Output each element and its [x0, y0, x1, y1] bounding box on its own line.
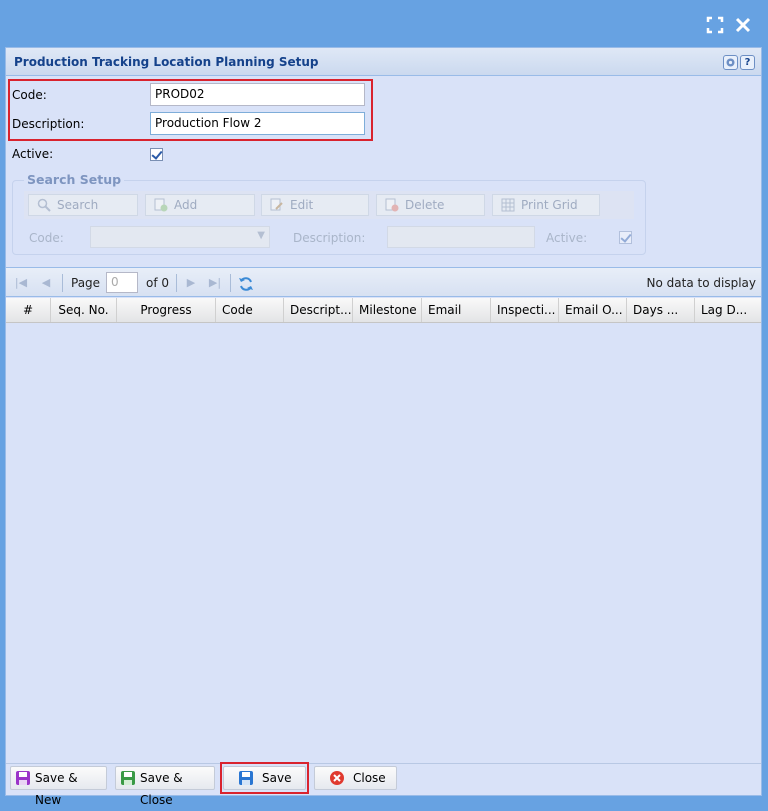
column-header[interactable]: Code	[216, 298, 284, 322]
column-header[interactable]: Seq. No.	[51, 298, 117, 322]
delete-button[interactable]: Delete	[376, 194, 485, 216]
delete-icon	[385, 198, 399, 212]
code-label: Code:	[12, 87, 47, 102]
add-icon	[154, 198, 168, 212]
first-page-icon[interactable]: |◀	[14, 276, 28, 290]
gear-icon[interactable]	[723, 55, 738, 70]
search-active-checkbox[interactable]	[619, 231, 632, 244]
help-icon[interactable]: ?	[740, 55, 755, 70]
save-icon	[238, 770, 254, 786]
close-circle-icon	[329, 770, 345, 786]
column-header[interactable]: Milestone	[353, 298, 422, 322]
code-input[interactable]: PROD02	[150, 83, 365, 106]
separator	[176, 274, 177, 292]
grid-icon	[501, 198, 515, 212]
close-icon[interactable]	[734, 16, 752, 34]
search-active-label: Active:	[546, 231, 588, 245]
search-description-input[interactable]	[387, 226, 535, 248]
panel-header: Production Tracking Location Planning Se…	[6, 48, 761, 76]
save-button[interactable]: Save	[223, 766, 306, 790]
column-header[interactable]: Lag D...	[695, 298, 761, 322]
search-button[interactable]: Search	[28, 194, 138, 216]
active-checkbox[interactable]	[150, 147, 163, 161]
code-row: Code: PROD02	[12, 83, 365, 106]
column-header[interactable]: Progress	[117, 298, 216, 322]
separator	[230, 274, 231, 292]
refresh-icon[interactable]	[238, 276, 253, 291]
description-input[interactable]: Production Flow 2	[150, 112, 365, 135]
column-header[interactable]: Inspecti...	[491, 298, 559, 322]
print-grid-button[interactable]: Print Grid	[492, 194, 600, 216]
close-button[interactable]: Close	[314, 766, 397, 790]
maximize-icon[interactable]	[706, 16, 724, 34]
paging-empty-message: No data to display	[646, 276, 756, 290]
search-setup-legend: Search Setup	[24, 172, 125, 187]
search-description-label: Description:	[293, 231, 366, 245]
panel-title: Production Tracking Location Planning Se…	[14, 55, 319, 69]
grid-header: # Seq. No. Progress Code Descript... Mil…	[6, 298, 761, 323]
description-label: Description:	[12, 116, 85, 131]
chevron-down-icon: ▼	[257, 230, 265, 241]
search-code-label: Code:	[29, 231, 64, 245]
page-count: of 0	[146, 276, 170, 290]
column-header[interactable]: Descript...	[284, 298, 353, 322]
page-label: Page	[71, 276, 101, 290]
add-button[interactable]: Add	[145, 194, 255, 216]
prev-page-icon[interactable]: ◀	[39, 276, 53, 290]
search-code-combo[interactable]: ▼	[90, 226, 270, 248]
save-icon	[120, 770, 136, 786]
active-label: Active:	[12, 147, 54, 161]
save-new-button[interactable]: Save & New	[10, 766, 107, 807]
grid-body[interactable]	[6, 323, 761, 763]
setup-panel: Production Tracking Location Planning Se…	[5, 47, 762, 807]
last-page-icon[interactable]: ▶|	[208, 276, 222, 290]
column-header[interactable]: Email	[422, 298, 491, 322]
separator	[62, 274, 63, 292]
search-icon	[37, 198, 51, 212]
save-close-button[interactable]: Save & Close	[115, 766, 215, 807]
next-page-icon[interactable]: ▶	[184, 276, 198, 290]
column-header[interactable]: #	[6, 298, 51, 322]
active-row: Active:	[12, 147, 163, 161]
save-icon	[15, 770, 31, 786]
page-input[interactable]: 0	[106, 272, 138, 293]
column-header[interactable]: Days ...	[627, 298, 695, 322]
description-row: Description: Production Flow 2	[12, 112, 365, 135]
edit-icon	[270, 198, 284, 212]
edit-button[interactable]: Edit	[261, 194, 369, 216]
window-controls	[706, 16, 752, 34]
column-header[interactable]: Email O...	[559, 298, 627, 322]
paging-toolbar: |◀ ◀ Page 0 of 0 ▶ ▶| No data to display	[6, 267, 761, 297]
